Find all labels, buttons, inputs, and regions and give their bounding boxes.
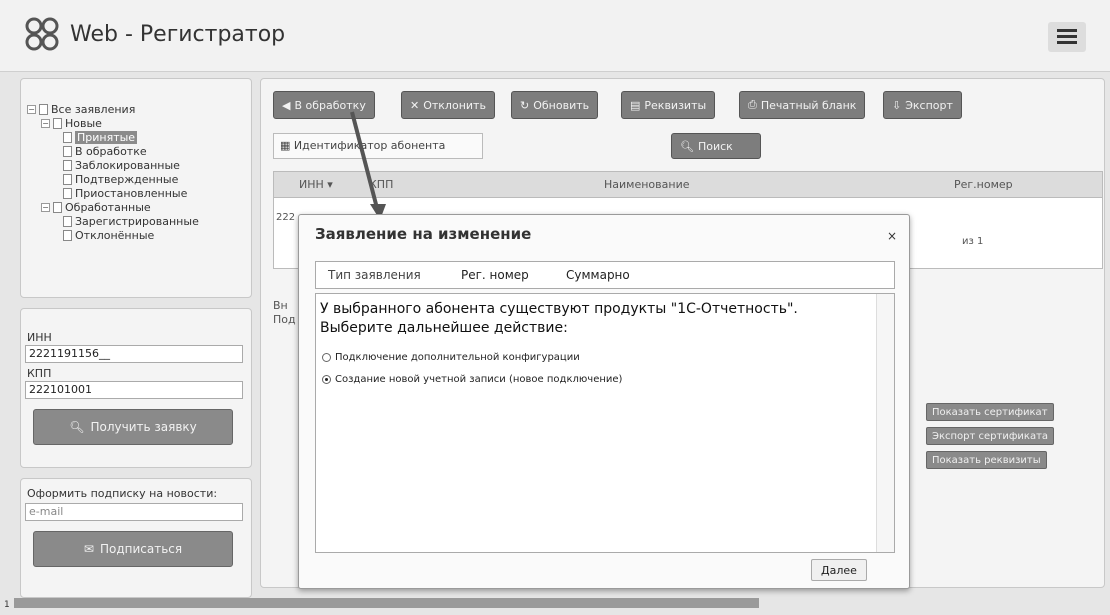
next-button[interactable]: Далее — [811, 559, 867, 581]
folder-icon — [53, 202, 62, 213]
search-icon: 🔍︎ — [69, 420, 85, 434]
search-button[interactable]: 🔍︎ Поиск — [671, 133, 761, 159]
column-inn[interactable]: ИНН ▾ — [299, 178, 333, 191]
column-kpp[interactable]: КПП — [369, 178, 393, 191]
inn-label: ИНН — [27, 331, 52, 344]
kpp-label: КПП — [27, 367, 52, 380]
column-name[interactable]: Наименование — [604, 178, 689, 191]
dialog-scrollbar[interactable] — [876, 294, 894, 552]
page-number: 1 — [4, 600, 10, 610]
subscribe-label: Оформить подписку на новости: — [27, 487, 218, 500]
tree-item-all[interactable]: − Все заявления — [27, 103, 135, 116]
show-details-button[interactable]: Показать реквизиты — [926, 451, 1047, 469]
close-icon[interactable]: × — [887, 229, 897, 243]
file-icon — [63, 132, 72, 143]
reject-icon: ✕ — [410, 98, 420, 112]
app-header: Web - Регистратор — [0, 0, 1110, 72]
subscribe-panel: Оформить подписку на новости: e-mail ✉ П… — [20, 478, 252, 598]
tab-request-type[interactable]: Тип заявления — [328, 268, 421, 282]
tree-item-rejected[interactable]: Отклонённые — [63, 229, 154, 242]
collapse-icon[interactable]: − — [27, 105, 36, 114]
tree-item-registered[interactable]: Зарегистрированные — [63, 215, 199, 228]
subscribe-button[interactable]: ✉ Подписаться — [33, 531, 233, 567]
folder-icon — [39, 104, 48, 115]
reject-button[interactable]: ✕ Отклонить — [401, 91, 495, 119]
tab-summary[interactable]: Суммарно — [566, 268, 630, 282]
dialog-message: У выбранного абонента существуют продукт… — [320, 301, 798, 336]
refresh-icon: ↻ — [520, 98, 530, 112]
subscriber-id-input[interactable]: ▦ Идентификатор абонента — [273, 133, 483, 159]
app-title: Web - Регистратор — [70, 22, 286, 47]
file-icon — [63, 230, 72, 241]
search-icon: 🔍︎ — [680, 139, 694, 153]
app-logo-icon — [25, 17, 59, 51]
option-additional-config[interactable]: Подключение дополнительной конфигурации — [322, 352, 580, 363]
radio-button-selected[interactable] — [322, 375, 331, 384]
dialog-title: Заявление на изменение — [315, 225, 532, 243]
file-icon — [63, 216, 72, 227]
print-icon: ⎙ — [748, 98, 757, 111]
dialog-tabs: Тип заявления Рег. номер Суммарно — [315, 261, 895, 289]
export-certificate-button[interactable]: Экспорт сертификата — [926, 427, 1055, 445]
file-icon — [63, 188, 72, 199]
export-icon: ⇩ — [892, 98, 902, 112]
kpp-input[interactable]: 222101001 — [25, 381, 243, 399]
tree-item-accepted[interactable]: Принятые — [63, 131, 138, 144]
id-icon: ▦ — [280, 139, 291, 152]
left-fragment-1: Вн — [273, 299, 288, 312]
refresh-button[interactable]: ↻ Обновить — [511, 91, 599, 119]
details-button[interactable]: ▤ Реквизиты — [621, 91, 716, 119]
email-input[interactable]: e-mail — [25, 503, 243, 521]
tree-item-confirmed[interactable]: Подтвержденные — [63, 173, 178, 186]
details-icon: ▤ — [630, 98, 641, 112]
mail-icon: ✉ — [83, 542, 94, 556]
bottom-scrollbar[interactable] — [14, 598, 759, 608]
get-request-button[interactable]: 🔍︎ Получить заявку — [33, 409, 233, 445]
column-reg-number[interactable]: Рег.номер — [954, 178, 1013, 191]
tree-item-in-work[interactable]: В обработке — [63, 145, 147, 158]
inn-input[interactable]: 2221191156__ — [25, 345, 243, 363]
row-inn-fragment: 222 — [276, 212, 296, 223]
tree-item-suspended[interactable]: Приостановленные — [63, 187, 187, 200]
show-certificate-button[interactable]: Показать сертификат — [926, 403, 1054, 421]
file-icon — [63, 146, 72, 157]
tab-reg-number[interactable]: Рег. номер — [461, 268, 529, 282]
tree-item-processed[interactable]: − Обработанные — [41, 201, 151, 214]
collapse-icon[interactable]: − — [41, 203, 50, 212]
export-button[interactable]: ⇩ Экспорт — [883, 91, 962, 119]
tree-item-new[interactable]: − Новые — [41, 117, 102, 130]
in-work-button[interactable]: ◀ В обработку — [273, 91, 375, 119]
print-form-button[interactable]: ⎙ Печатный бланк — [739, 91, 866, 119]
tree-item-blocked[interactable]: Заблокированные — [63, 159, 180, 172]
collapse-icon[interactable]: − — [41, 119, 50, 128]
pager-total: из 1 — [962, 236, 984, 247]
request-form-panel: ИНН 2221191156__ КПП 222101001 🔍︎ Получи… — [20, 308, 252, 468]
option-new-account[interactable]: Создание новой учетной записи (новое под… — [322, 374, 622, 385]
file-icon — [63, 160, 72, 171]
status-tree-panel: − Все заявления − Новые Принятые В обраб… — [20, 78, 252, 298]
folder-icon — [53, 118, 62, 129]
dialog-body: У выбранного абонента существуют продукт… — [315, 293, 895, 553]
table-header: ИНН ▾ КПП Наименование Рег.номер — [274, 172, 1102, 198]
file-icon — [63, 174, 72, 185]
hamburger-menu-icon[interactable] — [1048, 22, 1086, 52]
left-fragment-2: Под — [273, 313, 296, 326]
send-icon: ◀ — [282, 98, 291, 112]
change-request-dialog: Заявление на изменение × Тип заявления Р… — [298, 214, 910, 589]
radio-button[interactable] — [322, 353, 331, 362]
